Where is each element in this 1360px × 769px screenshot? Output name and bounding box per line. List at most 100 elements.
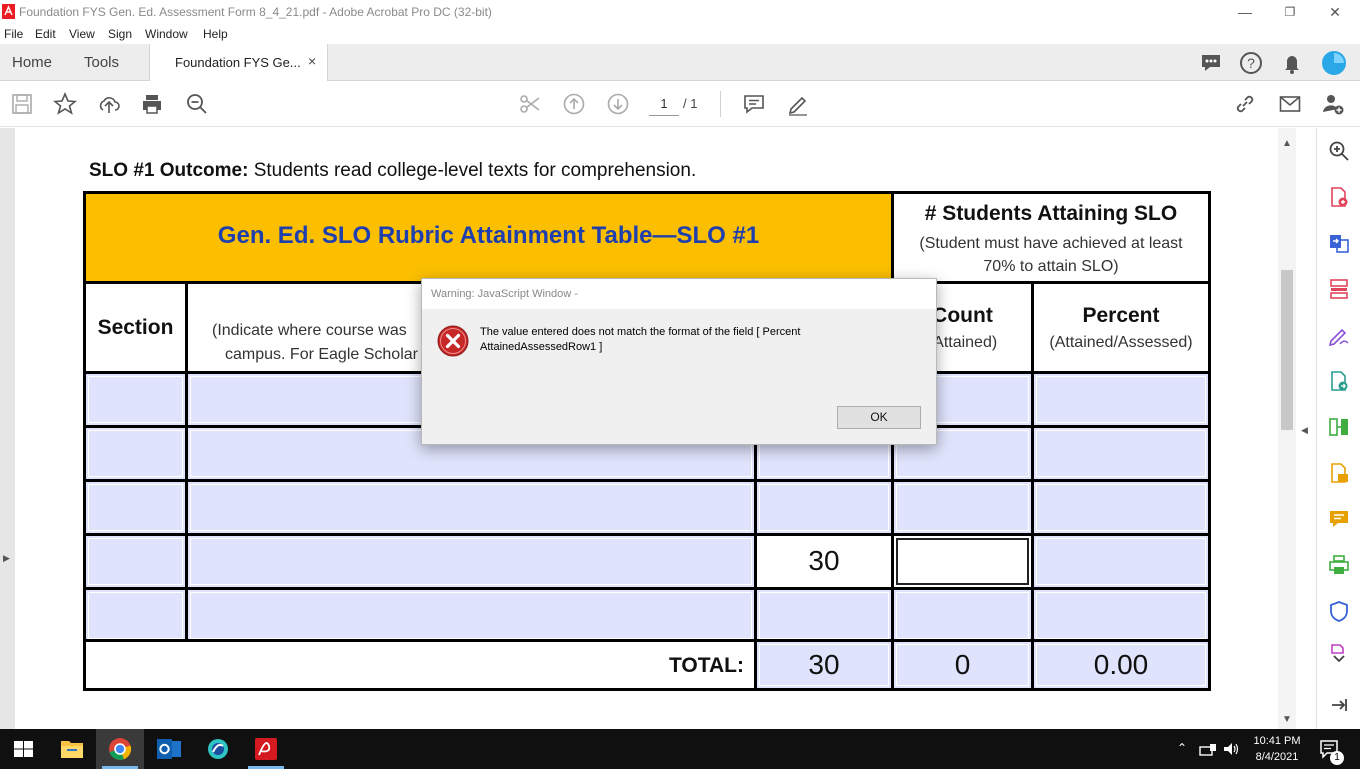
menu-help[interactable]: Help <box>203 27 228 41</box>
chrome-icon[interactable] <box>96 729 144 769</box>
tab-bar: Home Tools Foundation FYS Ge... × ? <box>0 44 1360 81</box>
menu-window[interactable]: Window <box>145 27 188 41</box>
dialog-title-bar[interactable]: Warning: JavaScript Window - <box>422 279 936 309</box>
outlook-icon[interactable] <box>145 729 193 769</box>
dialog-title: Warning: JavaScript Window - <box>431 288 578 300</box>
scroll-down-icon[interactable]: ▼ <box>1282 714 1292 725</box>
ok-button[interactable]: OK <box>837 406 921 429</box>
comment-panel-icon[interactable] <box>1328 508 1350 530</box>
save-icon[interactable] <box>10 92 34 116</box>
location-subheader-line2: campus. For Eagle Scholar <box>225 346 418 363</box>
row4-count-field[interactable] <box>891 533 1034 590</box>
total-count-value: 0 <box>954 649 971 680</box>
row2-section-field[interactable] <box>83 425 188 482</box>
page-down-icon[interactable] <box>606 92 630 116</box>
close-tab-button[interactable]: × <box>308 53 316 69</box>
chevron-up-icon[interactable]: ⌃ <box>1177 741 1187 755</box>
account-icon[interactable] <box>1321 50 1347 76</box>
percent-subheader: (Attained/Assessed) <box>1049 334 1193 351</box>
bell-icon[interactable] <box>1279 50 1305 76</box>
windows-start-icon[interactable] <box>0 729 48 769</box>
menu-file[interactable]: File <box>4 27 23 41</box>
scroll-up-icon[interactable]: ▲ <box>1282 138 1292 149</box>
print-production-icon[interactable] <box>1328 554 1350 576</box>
row5-assessed-field[interactable] <box>754 587 894 644</box>
total-assessed-value: 30 <box>808 649 840 680</box>
row4-percent-field[interactable] <box>1031 533 1211 590</box>
zoom-out-icon[interactable] <box>185 92 209 116</box>
edit-pdf-icon[interactable] <box>1328 462 1350 484</box>
organize-pages-icon[interactable] <box>1328 278 1350 300</box>
clock-date: 8/4/2021 <box>1255 751 1299 763</box>
row3-count-field[interactable] <box>891 479 1034 536</box>
row4-location-field[interactable] <box>185 533 757 590</box>
page-number-input[interactable]: 1 <box>649 94 679 116</box>
app-icon[interactable] <box>194 729 242 769</box>
row3-section-field[interactable] <box>83 479 188 536</box>
row1-section-field[interactable] <box>83 371 188 428</box>
system-clock[interactable]: 10:41 PM 8/4/2021 <box>1249 733 1305 765</box>
row4-section-field[interactable] <box>83 533 188 590</box>
close-window-button[interactable]: ✕ <box>1325 2 1345 22</box>
collapse-panel-icon[interactable] <box>1328 694 1350 716</box>
tab-tools[interactable]: Tools <box>84 54 119 71</box>
row1-percent-field[interactable] <box>1031 371 1211 428</box>
link-icon[interactable] <box>1233 92 1257 116</box>
row3-assessed-field[interactable] <box>754 479 894 536</box>
row3-location-field[interactable] <box>185 479 757 536</box>
scissors-icon[interactable] <box>518 92 542 116</box>
send-review-icon[interactable] <box>1328 370 1350 392</box>
add-user-icon[interactable] <box>1321 92 1345 116</box>
star-icon[interactable] <box>53 92 77 116</box>
notification-badge: 1 <box>1330 751 1344 765</box>
row3-percent-field[interactable] <box>1031 479 1211 536</box>
total-assessed-field[interactable]: 30 <box>754 639 894 691</box>
menu-sign[interactable]: Sign <box>108 27 132 41</box>
percent-header: Percent <box>1082 304 1160 327</box>
minimize-button[interactable]: — <box>1235 2 1255 22</box>
help-icon[interactable]: ? <box>1238 50 1264 76</box>
row5-count-field[interactable] <box>891 587 1034 644</box>
protect-icon[interactable] <box>1328 600 1350 622</box>
total-count-field[interactable]: 0 <box>891 639 1034 691</box>
acrobat-app-icon <box>2 4 15 19</box>
pen-icon[interactable] <box>786 92 810 116</box>
comment-icon[interactable] <box>742 92 766 116</box>
fill-sign-icon[interactable] <box>1328 324 1350 346</box>
acrobat-icon[interactable] <box>242 729 290 769</box>
left-panel-toggle-icon[interactable]: ▶ <box>3 553 10 564</box>
tab-home[interactable]: Home <box>12 54 52 71</box>
create-pdf-icon[interactable] <box>1328 232 1350 254</box>
tab-document[interactable]: Foundation FYS Ge... × <box>149 44 328 81</box>
restore-button[interactable]: ❐ <box>1280 2 1300 22</box>
network-icon[interactable] <box>1199 741 1217 757</box>
compress-icon[interactable] <box>1328 416 1350 438</box>
volume-icon[interactable] <box>1222 740 1240 758</box>
zoom-in-icon[interactable] <box>1328 140 1350 162</box>
row4-assessed-value: 30 <box>808 545 840 576</box>
chat-icon[interactable] <box>1198 50 1224 76</box>
row4-assessed-field[interactable]: 30 <box>754 533 894 590</box>
scrollbar-thumb[interactable] <box>1281 270 1293 430</box>
export-pdf-icon[interactable] <box>1328 186 1350 208</box>
file-explorer-icon[interactable] <box>48 729 96 769</box>
row5-location-field[interactable] <box>185 587 757 644</box>
vertical-scrollbar[interactable]: ▲ ▼ <box>1278 128 1296 729</box>
clock-time: 10:41 PM <box>1253 735 1301 747</box>
page-up-icon[interactable] <box>562 92 586 116</box>
right-panel-toggle-icon[interactable]: ◀ <box>1301 425 1308 436</box>
row5-section-field[interactable] <box>83 587 188 644</box>
menu-bar: File Edit View Sign Window Help <box>0 24 1360 44</box>
menu-view[interactable]: View <box>69 27 95 41</box>
table-title: Gen. Ed. SLO Rubric Attainment Table—SLO… <box>217 222 760 249</box>
page-total: / 1 <box>683 96 698 111</box>
row5-percent-field[interactable] <box>1031 587 1211 644</box>
row2-percent-field[interactable] <box>1031 425 1211 482</box>
email-icon[interactable] <box>1278 92 1302 116</box>
total-percent-field[interactable]: 0.00 <box>1031 639 1211 691</box>
upload-icon[interactable] <box>97 92 121 116</box>
print-icon[interactable] <box>140 92 164 116</box>
tab-document-label: Foundation FYS Ge... <box>175 55 301 70</box>
more-tools-icon[interactable] <box>1328 643 1350 665</box>
menu-edit[interactable]: Edit <box>35 27 56 41</box>
